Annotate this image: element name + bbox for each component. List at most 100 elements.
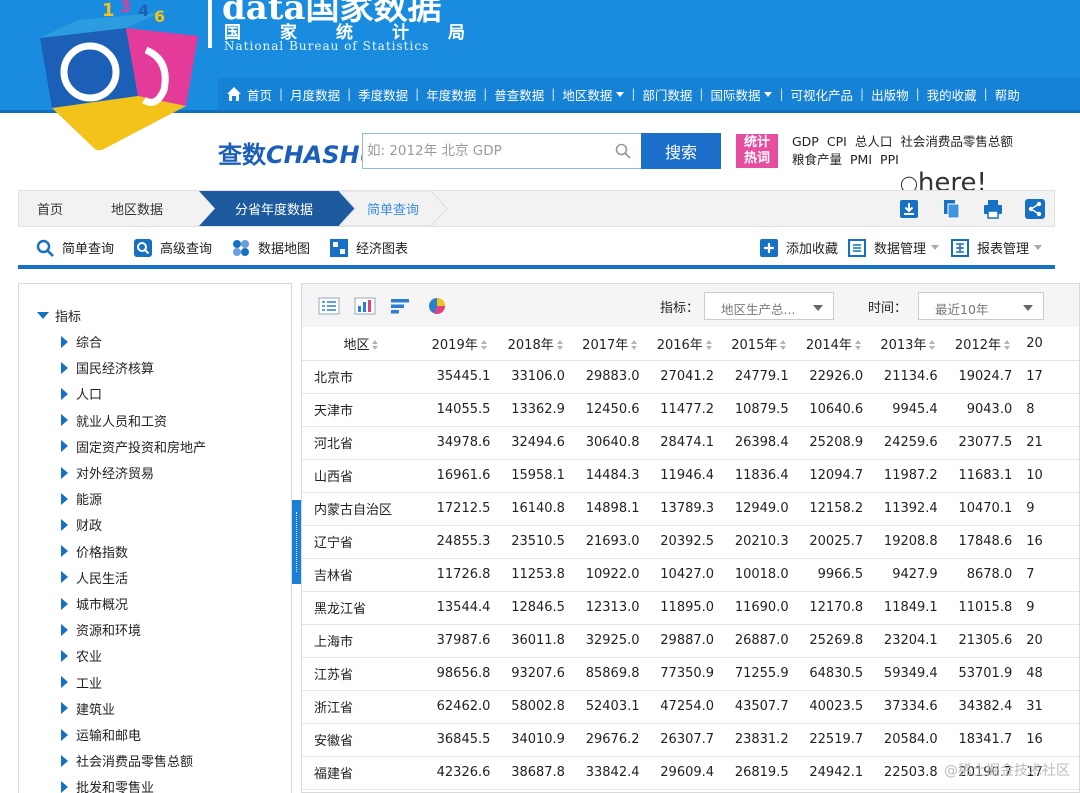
tree-item[interactable]: 建筑业: [61, 699, 115, 718]
report-manage-tool[interactable]: 报表管理: [951, 238, 1043, 257]
column-header-region[interactable]: 地区: [302, 327, 421, 361]
search-icon[interactable]: [615, 143, 631, 159]
tree-item[interactable]: 对外经济贸易: [61, 463, 154, 482]
copy-icon[interactable]: [941, 199, 961, 219]
tree-item[interactable]: 社会消费品零售总额: [61, 751, 193, 770]
search-input[interactable]: [367, 139, 607, 163]
value-cell: 20392.5: [647, 525, 723, 559]
breadcrumb-region-data[interactable]: 地区数据: [111, 191, 163, 226]
tree-item[interactable]: 国民经济核算: [61, 358, 154, 377]
data-manage-tool[interactable]: 数据管理: [848, 238, 940, 257]
table-row: 安徽省 36845.5 34010.9 29676.2 26307.7 23831.2 22…: [302, 723, 1079, 757]
tree-item-label: 工业: [76, 676, 103, 692]
tree-item[interactable]: 价格指数: [61, 542, 128, 561]
nav-item-6[interactable]: 部门数据: [642, 85, 692, 104]
tree-item[interactable]: 综合: [61, 332, 102, 351]
column-header-year[interactable]: 2015年: [722, 327, 797, 361]
simple-query-tool[interactable]: 简单查询: [36, 238, 114, 257]
hot-word-link[interactable]: 社会消费品零售总额: [900, 134, 1013, 149]
tree-item[interactable]: 批发和零售业: [61, 777, 154, 793]
hot-badge-line2: 热词: [743, 151, 770, 166]
table-row: 内蒙古自治区 17212.5 16140.8 14898.1 13789.3 12949.…: [302, 492, 1079, 526]
value-cell: 52403.1: [572, 690, 648, 724]
nav-item-1[interactable]: 月度数据: [290, 85, 340, 104]
value-cell: 48: [1020, 657, 1079, 691]
table-view-icon[interactable]: [318, 297, 340, 315]
column-header-year[interactable]: 2014年: [796, 327, 872, 361]
tree-root-indicators[interactable]: 指标: [37, 306, 81, 325]
tree-item[interactable]: 资源和环境: [61, 620, 141, 639]
tree-item[interactable]: 农业: [61, 646, 102, 665]
data-map-tool[interactable]: 数据地图: [232, 238, 310, 257]
tree-item[interactable]: 能源: [61, 489, 102, 508]
tree-item[interactable]: 工业: [61, 673, 102, 692]
column-header-year[interactable]: 2019年: [420, 327, 499, 361]
hot-word-link[interactable]: 粮食产量: [792, 152, 842, 167]
nav-item-9[interactable]: 出版物: [871, 85, 909, 104]
advanced-query-tool[interactable]: 高级查询: [134, 238, 212, 257]
value-cell: 11690.0: [722, 591, 797, 625]
column-header-label: 2014年: [805, 337, 852, 353]
column-header-year[interactable]: 2013年: [871, 327, 946, 361]
hot-word-link[interactable]: GDP: [792, 134, 819, 149]
value-cell: 29887.0: [647, 624, 723, 658]
add-favorite-tool[interactable]: 添加收藏: [760, 238, 838, 257]
share-icon[interactable]: [1025, 199, 1045, 219]
tree-item[interactable]: 人口: [61, 384, 102, 403]
nav-item-3[interactable]: 年度数据: [426, 85, 476, 104]
caret-right-icon: [61, 623, 68, 636]
chashu-logo[interactable]: 查数CHASHU: [218, 135, 379, 170]
nav-item-8[interactable]: 可视化产品: [791, 85, 854, 104]
tree-item[interactable]: 就业人员和工资: [61, 411, 167, 430]
nav-item-11[interactable]: 帮助: [995, 85, 1020, 104]
tree-item-label: 批发和零售业: [76, 781, 155, 793]
bar-chart-icon[interactable]: [354, 297, 376, 315]
tree-item[interactable]: 人民生活: [61, 568, 128, 587]
hbar-chart-icon[interactable]: [390, 297, 412, 315]
nbs-logo-cube[interactable]: 1 3 4 6: [38, 0, 218, 150]
tree-item[interactable]: 运输和邮电: [61, 725, 141, 744]
hot-word-link[interactable]: 总人口: [855, 134, 893, 149]
indicator-select[interactable]: 地区生产总...: [704, 292, 834, 320]
nav-item-10[interactable]: 我的收藏: [927, 85, 977, 104]
nav-item-4[interactable]: 普查数据: [494, 85, 544, 104]
breadcrumb-simple-query[interactable]: 简单查询: [367, 191, 419, 226]
column-header-year[interactable]: 20: [1020, 327, 1079, 361]
nav-item-5[interactable]: 地区数据: [562, 85, 625, 104]
tree-item[interactable]: 固定资产投资和房地产: [61, 437, 206, 456]
hot-word-link[interactable]: PPI: [880, 152, 899, 167]
nav-item-2[interactable]: 季度数据: [358, 85, 408, 104]
print-icon[interactable]: [983, 199, 1003, 219]
sidebar-collapse-handle[interactable]: [292, 500, 301, 584]
breadcrumb-province-yearly[interactable]: 分省年度数据: [235, 191, 313, 226]
tree-item[interactable]: 财政: [61, 515, 102, 534]
tree-item-label: 价格指数: [76, 545, 129, 561]
chevron-down-icon: [616, 91, 625, 97]
time-select[interactable]: 最近10年: [918, 292, 1044, 320]
hot-word-link[interactable]: CPI: [827, 134, 847, 149]
nav-item-7[interactable]: 国际数据: [710, 85, 773, 104]
column-header-year[interactable]: 2012年: [945, 327, 1021, 361]
tree-item[interactable]: 城市概况: [61, 594, 128, 613]
nav-item-0[interactable]: 首页: [226, 85, 272, 104]
value-cell: 71255.9: [722, 657, 797, 691]
breadcrumb-home[interactable]: 首页: [37, 191, 63, 226]
econ-chart-tool[interactable]: 经济图表: [330, 238, 408, 257]
pie-chart-icon[interactable]: [426, 297, 448, 315]
column-header-year[interactable]: 2018年: [498, 327, 573, 361]
sort-icon: [780, 340, 787, 351]
value-cell: 33106.0: [498, 360, 573, 394]
value-cell: 40023.5: [796, 690, 872, 724]
search-box: [362, 133, 642, 169]
econ-chart-label: 经济图表: [356, 242, 409, 257]
value-cell: 37987.6: [420, 624, 499, 658]
search-button[interactable]: 搜索: [641, 133, 721, 169]
value-cell: 8: [1020, 393, 1079, 427]
column-header-year[interactable]: 2017年: [572, 327, 648, 361]
column-header-year[interactable]: 2016年: [647, 327, 723, 361]
download-icon[interactable]: [899, 199, 919, 219]
logo-digits: 1: [102, 0, 115, 21]
value-cell: 9: [1020, 492, 1079, 526]
hot-word-link[interactable]: PMI: [850, 152, 872, 167]
value-cell: 20025.7: [796, 525, 872, 559]
